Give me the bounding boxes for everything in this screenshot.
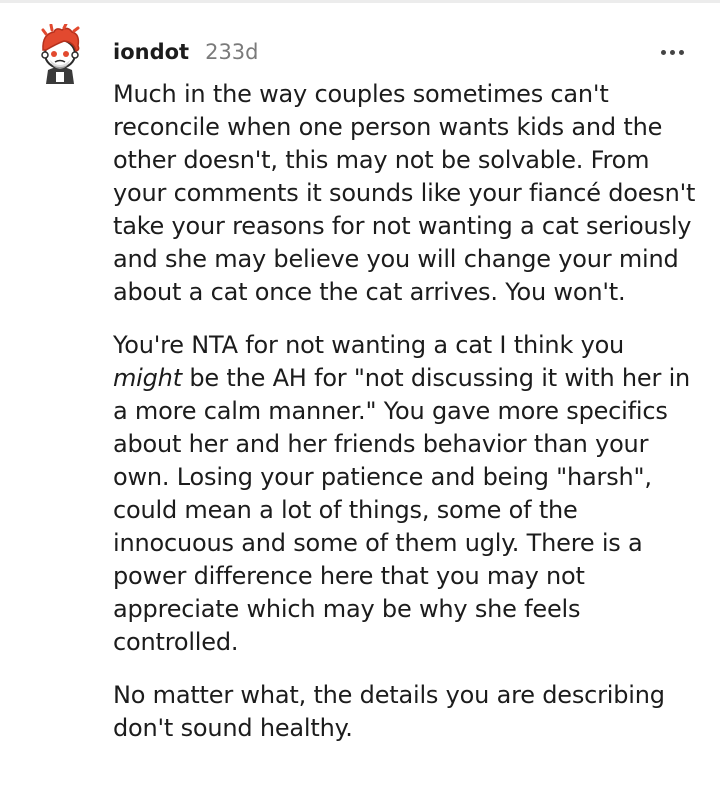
more-options-button[interactable] — [654, 40, 690, 64]
snoo-avatar-icon[interactable] — [34, 22, 86, 84]
paragraph-text: You're NTA for not wanting a cat I think… — [113, 331, 625, 359]
more-horizontal-icon — [660, 49, 666, 55]
top-divider — [0, 0, 720, 3]
more-horizontal-icon-dot — [669, 49, 675, 55]
comment-paragraph: You're NTA for not wanting a cat I think… — [113, 329, 698, 659]
comment-body: Much in the way couples sometimes can't … — [113, 78, 698, 765]
paragraph-text: be the AH for "not discussing it with he… — [113, 364, 691, 656]
comment-header: iondot 233d — [113, 36, 259, 68]
comment-paragraph: No matter what, the details you are desc… — [113, 681, 665, 742]
username-link[interactable]: iondot — [113, 40, 189, 64]
comment-paragraph: Much in the way couples sometimes can't … — [113, 80, 696, 306]
more-horizontal-icon-dot — [678, 49, 684, 55]
italic-emphasis: might — [113, 364, 182, 392]
comment-timestamp: 233d — [205, 40, 259, 64]
